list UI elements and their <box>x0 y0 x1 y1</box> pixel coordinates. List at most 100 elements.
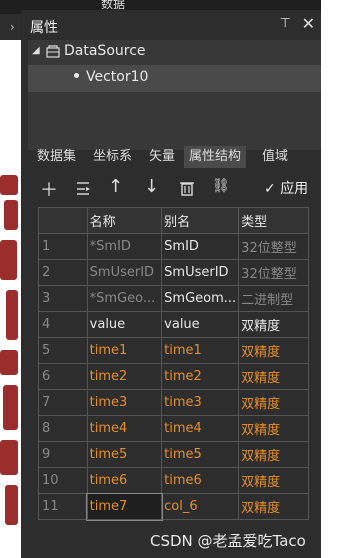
cell-alias[interactable]: SmUserID <box>161 259 240 286</box>
tab-dataset[interactable]: 数据集 <box>32 146 81 168</box>
cell-alias[interactable]: time4 <box>161 415 240 442</box>
cell-name[interactable]: *SmGeo... <box>86 285 163 312</box>
tree-item-label: Vector10 <box>86 69 149 85</box>
cell-alias[interactable]: time3 <box>161 389 240 416</box>
cell-type[interactable]: 双精度 <box>238 363 309 390</box>
chevron-left-icon[interactable]: › <box>10 20 15 34</box>
cell-name[interactable]: time5 <box>86 441 163 468</box>
cell-type[interactable]: 32位整型 <box>238 233 309 260</box>
apply-button[interactable]: ✓ 应用 <box>264 178 308 198</box>
cell-alias[interactable]: value <box>161 311 240 338</box>
table-row[interactable]: 10 time6 time6 双精度 <box>38 467 309 494</box>
insert-field-icon[interactable] <box>74 179 92 197</box>
cell-type[interactable]: 二进制型 <box>238 285 309 312</box>
link-icon[interactable]: ⛓ <box>212 178 230 194</box>
cell-index[interactable]: 1 <box>38 233 88 260</box>
map-feature <box>3 385 18 430</box>
field-toolbar: ＋ ↑ ↓ ⛓ ✓ 应用 <box>32 174 315 202</box>
header-type[interactable]: 类型 <box>238 207 309 234</box>
cell-type[interactable]: 32位整型 <box>238 259 309 286</box>
cell-type[interactable]: 双精度 <box>238 467 309 494</box>
cell-name[interactable]: time4 <box>86 415 163 442</box>
tab-bar: 数据集 坐标系 矢量 属性结构 值域 <box>28 146 321 168</box>
cell-alias[interactable]: SmID <box>161 233 240 260</box>
cell-type[interactable]: 双精度 <box>238 493 309 520</box>
table-header-row: 名称 别名 类型 <box>38 207 309 234</box>
cell-index[interactable]: 10 <box>38 467 88 494</box>
table-row[interactable]: 9 time5 time5 双精度 <box>38 441 309 468</box>
map-feature <box>4 200 18 230</box>
close-icon[interactable]: ✕ <box>302 14 315 33</box>
database-icon <box>46 45 60 58</box>
cell-type[interactable]: 双精度 <box>238 311 309 338</box>
left-pane-header: › <box>0 0 21 40</box>
cell-index[interactable]: 3 <box>38 285 88 312</box>
cell-name[interactable]: value <box>86 311 163 338</box>
top-title: 数据 <box>101 0 126 11</box>
map-feature <box>5 485 18 525</box>
table-row[interactable]: 7 time3 time3 双精度 <box>38 389 309 416</box>
cell-name[interactable]: time2 <box>86 363 163 390</box>
table-row[interactable]: 3 *SmGeo... SmGeom... 二进制型 <box>38 285 309 312</box>
table-row[interactable]: 2 SmUserID SmUserID 32位整型 <box>38 259 309 286</box>
cell-alias[interactable]: SmGeom... <box>161 285 240 312</box>
cell-type[interactable]: 双精度 <box>238 389 309 416</box>
tab-coordinate-system[interactable]: 坐标系 <box>88 146 137 168</box>
cell-type[interactable]: 双精度 <box>238 415 309 442</box>
map-feature <box>0 350 18 375</box>
cell-index[interactable]: 11 <box>38 493 88 520</box>
pin-icon[interactable]: ⊤ <box>280 16 291 31</box>
top-bar: 数据 <box>21 0 321 11</box>
cell-name[interactable]: time6 <box>86 467 163 494</box>
trash-icon[interactable] <box>178 179 196 197</box>
cell-index[interactable]: 4 <box>38 311 88 338</box>
cell-alias[interactable]: time6 <box>161 467 240 494</box>
table-row[interactable]: 1 *SmID SmID 32位整型 <box>38 233 309 260</box>
cell-index[interactable]: 8 <box>38 415 88 442</box>
properties-panel: 属性 ⊤ ✕ ◢ DataSource Vector10 数据集 坐标系 矢量 … <box>22 12 321 558</box>
cell-name[interactable]: SmUserID <box>86 259 163 286</box>
map-feature <box>6 290 18 340</box>
table-row[interactable]: 5 time1 time1 双精度 <box>38 337 309 364</box>
cell-index[interactable]: 6 <box>38 363 88 390</box>
cell-name[interactable]: time1 <box>86 337 163 364</box>
cell-alias[interactable]: col_6 <box>161 493 240 520</box>
cell-alias[interactable]: time1 <box>161 337 240 364</box>
cell-index[interactable]: 9 <box>38 441 88 468</box>
tab-domain[interactable]: 值域 <box>257 146 293 168</box>
tab-attribute-structure[interactable]: 属性结构 <box>184 146 247 168</box>
cell-type[interactable]: 双精度 <box>238 441 309 468</box>
cell-index[interactable]: 2 <box>38 259 88 286</box>
cell-name[interactable]: *SmID <box>86 233 163 260</box>
table-row[interactable]: 8 time4 time4 双精度 <box>38 415 309 442</box>
right-gutter <box>321 0 357 558</box>
header-alias[interactable]: 别名 <box>161 207 240 234</box>
map-view[interactable] <box>0 40 21 558</box>
cell-index[interactable]: 5 <box>38 337 88 364</box>
bullet-icon <box>74 73 79 78</box>
cell-alias[interactable]: time5 <box>161 441 240 468</box>
tab-vector[interactable]: 矢量 <box>144 146 180 168</box>
panel-header: 属性 ⊤ ✕ <box>22 12 321 40</box>
table-row[interactable]: 11 time7 col_6 双精度 <box>38 492 309 521</box>
table-row[interactable]: 4 value value 双精度 <box>38 311 309 338</box>
map-feature <box>0 440 18 475</box>
plus-icon[interactable]: ＋ <box>40 176 58 202</box>
expand-triangle-icon[interactable]: ◢ <box>32 45 40 56</box>
map-feature <box>0 240 17 280</box>
cell-name[interactable]: time7 <box>86 492 163 521</box>
cell-index[interactable]: 7 <box>38 389 88 416</box>
header-name[interactable]: 名称 <box>86 207 163 234</box>
apply-label: 应用 <box>280 181 309 197</box>
cell-name[interactable]: time3 <box>86 389 163 416</box>
watermark: CSDN @老孟爱吃Taco <box>150 532 306 550</box>
cell-alias[interactable]: time2 <box>161 363 240 390</box>
tree-item-vector10[interactable]: Vector10 <box>28 65 321 92</box>
map-feature <box>0 175 18 195</box>
arrow-down-icon[interactable]: ↓ <box>144 176 159 197</box>
table-row[interactable]: 6 time2 time2 双精度 <box>38 363 309 390</box>
attribute-table: 名称 别名 类型 1 *SmID SmID 32位整型 2 SmUserID SmUserI… <box>38 207 309 521</box>
arrow-up-icon[interactable]: ↑ <box>108 176 123 197</box>
cell-type[interactable]: 双精度 <box>238 337 309 364</box>
tree-item-datasource[interactable]: ◢ DataSource <box>28 40 321 65</box>
